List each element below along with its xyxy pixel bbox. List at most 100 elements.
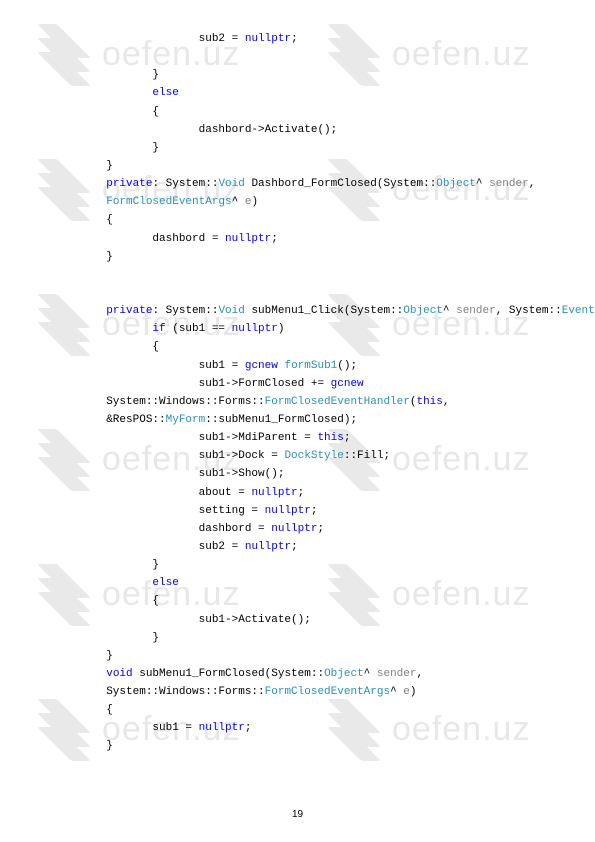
code-text: ^: [390, 686, 403, 698]
keyword-nullptr: nullptr: [245, 33, 291, 45]
code-text: System::Windows::Forms::: [60, 686, 265, 698]
type-formclosedeventargs: FormClosedEventArgs: [106, 196, 231, 208]
code-text: [60, 577, 152, 589]
code-text: }: [60, 632, 159, 644]
code-text: [60, 87, 152, 99]
code-text: }: [60, 740, 113, 752]
keyword-private: private: [106, 305, 152, 317]
code-text: ,: [529, 178, 542, 190]
type-formsub1: formSub1: [284, 360, 337, 372]
code-text: {: [60, 106, 159, 118]
code-text: about =: [60, 487, 251, 499]
code-text: ;: [317, 523, 324, 535]
keyword-if: if: [152, 323, 165, 335]
code-text: subMenu1_FormClosed(System::: [133, 668, 324, 680]
keyword-nullptr: nullptr: [225, 233, 271, 245]
type-void: Void: [218, 178, 244, 190]
code-text: ;: [245, 722, 252, 734]
code-text: ^: [443, 305, 456, 317]
code-text: }: [60, 650, 113, 662]
keyword-void: void: [106, 668, 132, 680]
code-text: sub1->FormClosed +=: [60, 378, 331, 390]
code-content: sub2 = nullptr; } else { dashbord->Activ…: [0, 0, 595, 756]
code-text: ): [251, 196, 258, 208]
page-number: 19: [0, 809, 595, 820]
code-text: [60, 668, 106, 680]
keyword-nullptr: nullptr: [232, 323, 278, 335]
code-text: sub2 =: [60, 541, 245, 553]
code-text: ;: [311, 505, 318, 517]
code-text: ;: [291, 33, 298, 45]
code-text: ::subMenu1_FormClosed);: [205, 414, 357, 426]
code-text: setting =: [60, 505, 265, 517]
keyword-else: else: [152, 87, 178, 99]
type-formclosedeventhandler: FormClosedEventHandler: [265, 396, 410, 408]
code-text: ();: [337, 360, 357, 372]
code-text: sub2 =: [60, 33, 245, 45]
code-text: ::Fill;: [344, 450, 390, 462]
code-text: {: [60, 341, 159, 353]
code-text: ;: [271, 233, 278, 245]
type-object: Object: [436, 178, 476, 190]
code-text: sub1->Dock =: [60, 450, 284, 462]
code-text: ,: [443, 396, 456, 408]
keyword-this: this: [416, 396, 442, 408]
type-object: Object: [403, 305, 443, 317]
code-text: }: [60, 69, 159, 81]
keyword-gcnew: gcnew: [331, 378, 364, 390]
code-text: {: [60, 704, 113, 716]
code-text: ): [410, 686, 417, 698]
code-text: System::Windows::Forms::: [60, 396, 265, 408]
code-text: dashbord =: [60, 233, 225, 245]
code-text: : System::: [152, 178, 218, 190]
code-text: ,: [416, 668, 429, 680]
code-text: &ResPOS::: [60, 414, 166, 426]
keyword-private: private: [106, 178, 152, 190]
code-text: ;: [298, 487, 305, 499]
code-text: , System::: [496, 305, 562, 317]
code-text: sub1->Activate();: [60, 614, 311, 626]
code-text: [60, 305, 106, 317]
code-text: : System::: [152, 305, 218, 317]
keyword-nullptr: nullptr: [265, 505, 311, 517]
code-text: [60, 323, 152, 335]
keyword-nullptr: nullptr: [245, 541, 291, 553]
code-text: ^: [232, 196, 245, 208]
code-text: [60, 178, 106, 190]
type-void: Void: [218, 305, 244, 317]
code-text: subMenu1_Click(System::: [245, 305, 403, 317]
type-formclosedeventargs: FormClosedEventArgs: [265, 686, 390, 698]
code-text: ^: [476, 178, 489, 190]
param-sender: sender: [456, 305, 496, 317]
code-text: ): [278, 323, 285, 335]
code-text: }: [60, 251, 113, 263]
code-text: sub1 =: [60, 722, 199, 734]
type-object: Object: [324, 668, 364, 680]
keyword-nullptr: nullptr: [199, 722, 245, 734]
keyword-nullptr: nullptr: [251, 487, 297, 499]
keyword-nullptr: nullptr: [271, 523, 317, 535]
type-eventargs: EventArgs: [562, 305, 595, 317]
type-myform: MyForm: [166, 414, 206, 426]
param-e: e: [403, 686, 410, 698]
code-text: (sub1 ==: [166, 323, 232, 335]
param-sender: sender: [489, 178, 529, 190]
code-text: }: [60, 142, 159, 154]
code-text: sub1 =: [60, 360, 245, 372]
code-text: dashbord->Activate();: [60, 124, 337, 136]
code-text: {: [60, 595, 159, 607]
code-text: ^: [364, 668, 377, 680]
code-text: {: [60, 214, 113, 226]
param-sender: sender: [377, 668, 417, 680]
code-text: sub1->MdiParent =: [60, 432, 317, 444]
code-text: ;: [344, 432, 351, 444]
type-dockstyle: DockStyle: [284, 450, 343, 462]
code-text: }: [60, 559, 159, 571]
code-text: Dashbord_FormClosed(System::: [245, 178, 436, 190]
code-text: dashbord =: [60, 523, 271, 535]
code-text: [60, 196, 106, 208]
keyword-gcnew: gcnew: [245, 360, 278, 372]
code-text: ;: [291, 541, 298, 553]
code-text: }: [60, 160, 113, 172]
keyword-else: else: [152, 577, 178, 589]
